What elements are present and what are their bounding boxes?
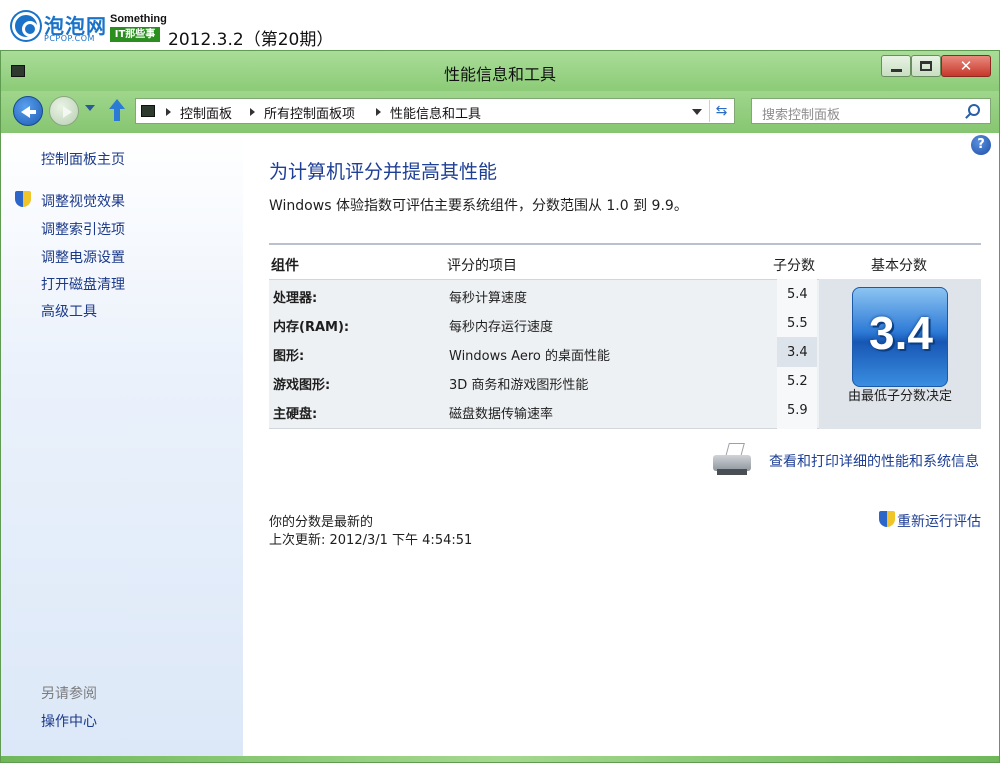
address-dropdown-icon[interactable] (692, 109, 702, 115)
logo-icon (12, 12, 40, 40)
it-tag: IT那些事 (110, 27, 160, 42)
control-panel-icon (141, 105, 155, 117)
address-bar[interactable]: 控制面板 所有控制面板项 性能信息和工具 ⇆ (135, 98, 735, 124)
minimize-button[interactable] (881, 55, 911, 77)
row-gaming-name: 游戏图形: (273, 378, 331, 393)
desktop-background-strip (1, 756, 999, 762)
base-score-tile: 3.4 (852, 287, 948, 387)
shield-icon (15, 191, 31, 209)
row-processor-rated: 每秒计算速度 (449, 291, 528, 306)
row-gaming-rated: 3D 商务和游戏图形性能 (449, 378, 589, 393)
refresh-button[interactable]: ⇆ (709, 100, 733, 122)
printer-icon[interactable] (713, 443, 755, 477)
close-button[interactable]: ✕ (941, 55, 991, 77)
print-details-link[interactable]: 查看和打印详细的性能和系统信息 (769, 451, 979, 471)
something-label: Something (110, 13, 167, 25)
shield-icon (879, 511, 895, 529)
page-title: 为计算机评分并提高其性能 (269, 161, 498, 183)
close-icon: ✕ (959, 57, 973, 75)
site-banner: 泡泡网 PCPOP.COM Something IT那些事 2012.3.2（第… (0, 0, 1000, 50)
header-component: 组件 (271, 258, 299, 274)
row-disk-score: 5.9 (787, 403, 808, 418)
help-icon[interactable]: ? (971, 135, 991, 155)
logo-sub: PCPOP.COM (44, 34, 95, 43)
header-subscore: 子分数 (773, 258, 815, 274)
title-bar[interactable]: 性能信息和工具 ✕ (1, 51, 999, 91)
table-divider (269, 243, 981, 245)
header-rated: 评分的项目 (447, 258, 517, 274)
sidebar: 控制面板主页 调整视觉效果 调整索引选项 调整电源设置 打开磁盘清理 高级工具 … (1, 133, 243, 756)
row-processor-score: 5.4 (787, 287, 808, 302)
sidebar-item-home[interactable]: 控制面板主页 (41, 149, 125, 169)
sidebar-item-advanced-tools[interactable]: 高级工具 (41, 301, 97, 321)
up-arrow-icon[interactable] (107, 99, 127, 123)
row-graphics-rated: Windows Aero 的桌面性能 (449, 349, 610, 364)
base-score-caption: 由最低子分数决定 (847, 389, 952, 404)
search-input[interactable]: 搜索控制面板 (751, 98, 991, 124)
window-title: 性能信息和工具 (443, 65, 556, 84)
search-icon[interactable] (968, 104, 980, 116)
row-graphics-name: 图形: (273, 349, 305, 364)
row-memory-name: 内存(RAM): (273, 320, 350, 335)
page-description: Windows 体验指数可评估主要系统组件，分数范围从 1.0 到 9.9。 (269, 198, 688, 214)
header-base: 基本分数 (871, 258, 927, 274)
breadcrumb-separator-icon[interactable] (376, 108, 381, 116)
sidebar-item-power[interactable]: 调整电源设置 (41, 247, 125, 267)
row-memory-rated: 每秒内存运行速度 (449, 320, 554, 335)
sidebar-item-indexing[interactable]: 调整索引选项 (41, 219, 125, 239)
issue-label: 2012.3.2（第20期） (168, 30, 334, 50)
breadcrumb-control-panel[interactable]: 控制面板 (180, 103, 232, 122)
minimize-icon (891, 69, 902, 72)
navigation-bar: 控制面板 所有控制面板项 性能信息和工具 ⇆ 搜索控制面板 (1, 91, 999, 133)
breadcrumb-performance[interactable]: 性能信息和工具 (390, 103, 481, 122)
window: 性能信息和工具 ✕ 控制面板 所有控制面板项 性能信息和工具 ⇆ 搜索控制面板 … (0, 50, 1000, 763)
forward-button[interactable] (49, 96, 79, 126)
breadcrumb-all-items[interactable]: 所有控制面板项 (264, 103, 355, 122)
maximize-icon (920, 61, 932, 71)
history-dropdown-icon[interactable] (85, 105, 95, 111)
status-last-updated: 上次更新: 2012/3/1 下午 4:54:51 (269, 533, 473, 548)
breadcrumb-separator-icon[interactable] (166, 108, 171, 116)
maximize-button[interactable] (911, 55, 941, 77)
row-memory-score: 5.5 (787, 316, 808, 331)
main-panel: ? 为计算机评分并提高其性能 Windows 体验指数可评估主要系统组件，分数范… (243, 133, 999, 756)
row-disk-rated: 磁盘数据传输速率 (449, 407, 554, 422)
row-graphics-score: 3.4 (787, 345, 808, 360)
content-area: 控制面板主页 调整视觉效果 调整索引选项 调整电源设置 打开磁盘清理 高级工具 … (1, 133, 999, 756)
rerun-assessment-link[interactable]: 重新运行评估 (897, 511, 981, 531)
sidebar-item-disk-cleanup[interactable]: 打开磁盘清理 (41, 274, 125, 294)
sidebar-item-visual-effects[interactable]: 调整视觉效果 (41, 191, 125, 211)
breadcrumb-separator-icon[interactable] (250, 108, 255, 116)
base-score-value: 3.4 (869, 307, 933, 359)
search-placeholder: 搜索控制面板 (762, 108, 841, 123)
row-disk-name: 主硬盘: (273, 407, 318, 422)
back-button[interactable] (13, 96, 43, 126)
sidebar-item-action-center[interactable]: 操作中心 (41, 711, 97, 731)
row-processor-name: 处理器: (273, 291, 318, 306)
status-current: 你的分数是最新的 (269, 515, 374, 530)
row-gaming-score: 5.2 (787, 374, 808, 389)
see-also-label: 另请参阅 (41, 686, 97, 702)
